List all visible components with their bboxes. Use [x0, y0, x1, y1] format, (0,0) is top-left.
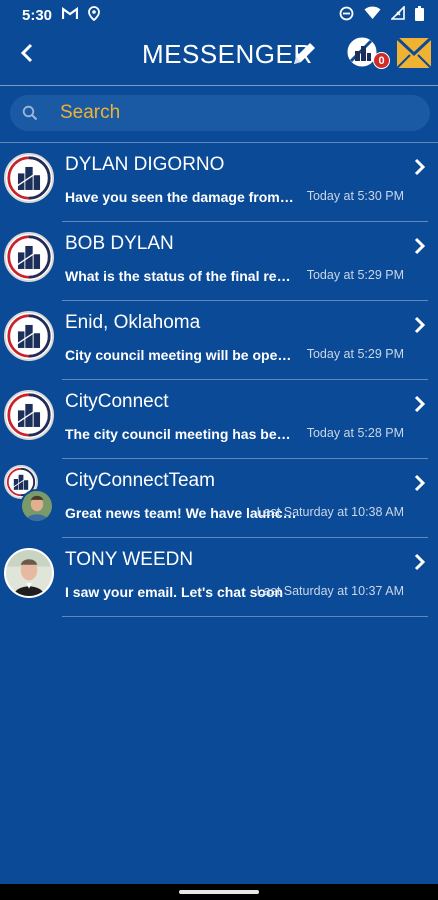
contact-name: BOB DYLAN — [65, 233, 174, 254]
search-icon — [22, 105, 38, 121]
page-title: MESSENGER — [142, 39, 313, 69]
conversation-row[interactable]: BOB DYLAN What is the status of the fina… — [0, 222, 438, 301]
status-time: 5:30 — [22, 6, 53, 24]
conversation-row[interactable]: TONY WEEDN I saw your email. Let's chat … — [0, 538, 438, 617]
do-not-disturb-icon — [339, 6, 354, 25]
search-input[interactable] — [60, 102, 390, 124]
team-photo-icon — [22, 491, 52, 521]
envelope-icon — [395, 36, 433, 69]
contact-name: CityConnectTeam — [65, 470, 215, 491]
location-icon — [88, 5, 100, 25]
home-gesture-handle[interactable] — [179, 890, 259, 894]
back-button[interactable] — [14, 40, 40, 66]
city-logo-icon — [7, 314, 51, 358]
contact-name: DYLAN DIGORNO — [65, 154, 225, 175]
message-timestamp: Today at 5:29 PM — [306, 268, 404, 282]
message-timestamp: Today at 5:29 PM — [306, 347, 404, 361]
city-logo-icon — [7, 235, 51, 279]
gmail-icon — [61, 6, 79, 24]
mail-button[interactable] — [395, 35, 433, 71]
conversation-row[interactable]: CityConnectTeam Great news team! We have… — [0, 459, 438, 538]
wifi-icon — [364, 6, 381, 24]
message-timestamp: Today at 5:28 PM — [306, 426, 404, 440]
message-preview: City council meeting will be open to the… — [65, 347, 297, 363]
person-photo-icon — [6, 550, 52, 596]
system-nav-bar — [0, 884, 438, 900]
message-preview: What is the status of the final report? — [65, 268, 297, 284]
battery-icon — [415, 5, 424, 25]
signal-icon — [390, 5, 405, 24]
chevron-right-icon — [414, 395, 426, 413]
contact-name: Enid, Oklahoma — [65, 312, 201, 333]
conversation-row[interactable]: Enid, Oklahoma City council meeting will… — [0, 301, 438, 380]
message-timestamp: Today at 5:30 PM — [306, 189, 404, 203]
search-bar[interactable] — [10, 95, 430, 131]
chevron-right-icon — [414, 158, 426, 176]
city-logo-icon — [7, 156, 51, 200]
message-timestamp: Last Saturday at 10:37 AM — [256, 584, 404, 598]
pencil-icon — [294, 43, 315, 64]
city-logo-icon — [7, 393, 51, 437]
chevron-right-icon — [414, 474, 426, 492]
app-header: MESSENGER 0 — [0, 30, 438, 86]
message-preview: The city council meeting has been moved — [65, 426, 297, 442]
message-timestamp: Last Saturday at 10:38 AM — [256, 505, 404, 519]
chevron-right-icon — [414, 316, 426, 334]
message-preview: Have you seen the damage from the storm? — [65, 189, 297, 205]
avatar — [4, 232, 54, 282]
chevron-right-icon — [414, 237, 426, 255]
conversation-row[interactable]: CityConnect The city council meeting has… — [0, 380, 438, 459]
avatar-secondary — [20, 489, 54, 523]
avatar — [4, 548, 54, 598]
row-divider — [62, 616, 428, 617]
status-bar: 5:30 — [0, 0, 438, 30]
compose-button[interactable] — [290, 40, 320, 68]
notification-badge: 0 — [373, 52, 390, 69]
conversation-list: DYLAN DIGORNO Have you seen the damage f… — [0, 143, 438, 617]
avatar — [4, 311, 54, 361]
chevron-right-icon — [414, 553, 426, 571]
contact-name: TONY WEEDN — [65, 549, 194, 570]
avatar — [4, 153, 54, 203]
contact-name: CityConnect — [65, 391, 169, 412]
chevron-left-icon — [20, 43, 33, 63]
avatar — [4, 390, 54, 440]
conversation-row[interactable]: DYLAN DIGORNO Have you seen the damage f… — [0, 143, 438, 222]
